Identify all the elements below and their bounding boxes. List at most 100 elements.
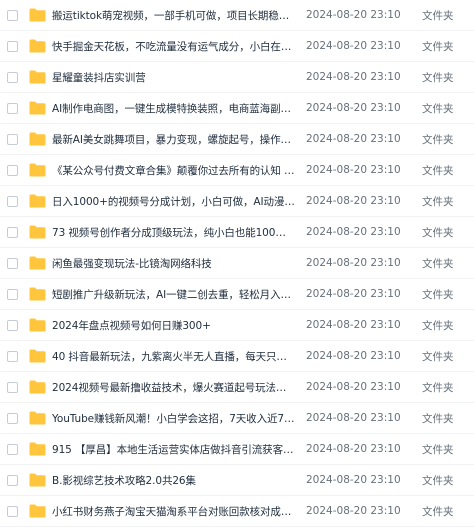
file-row[interactable]: 40 抖音最新玩法，九紫离火半无人直播，每天只需2小时… 2024-08-20 2…	[0, 341, 474, 372]
file-name[interactable]: AI制作电商图，一键生成模特换装照，电商蓝海副业供不…	[52, 101, 295, 116]
file-name[interactable]: 2024年盘点视频号如何日赚300+	[52, 318, 295, 333]
modified-date: 2024-08-20 23:10	[306, 257, 401, 269]
modified-date: 2024-08-20 23:10	[306, 195, 401, 207]
file-row[interactable]: 闲鱼最强变现玩法-比镜淘网络科技 2024-08-20 23:10 文件夹	[0, 248, 474, 279]
file-name[interactable]: YouTube赚钱新风潮！小白学会这招，7天收入近7百美…	[52, 411, 295, 426]
row-checkbox[interactable]	[7, 71, 18, 83]
file-name[interactable]: 闲鱼最强变现玩法-比镜淘网络科技	[52, 256, 295, 271]
file-row[interactable]: 搬运tiktok萌宠视频，一部手机可做，项目长期稳定,月入… 2024-08-20…	[0, 0, 474, 31]
row-checkbox[interactable]	[7, 164, 18, 176]
modified-date: 2024-08-20 23:10	[306, 133, 401, 145]
folder-icon	[29, 473, 46, 487]
folder-icon	[29, 163, 46, 177]
file-name[interactable]: 搬运tiktok萌宠视频，一部手机可做，项目长期稳定,月入…	[52, 8, 295, 23]
file-row[interactable]: 《某公众号付费文章合集》颠覆你过去所有的认知 从认识… 2024-08-20 23…	[0, 155, 474, 186]
modified-date: 2024-08-20 23:10	[306, 226, 401, 238]
row-checkbox[interactable]	[7, 443, 18, 455]
folder-icon	[29, 101, 46, 115]
modified-date: 2024-08-20 23:10	[306, 288, 401, 300]
file-name[interactable]: 小红书财务燕子淘宝天猫淘系平台对账回款核对成本核算…	[52, 504, 295, 519]
file-name[interactable]: 40 抖音最新玩法，九紫离火半无人直播，每天只需2小时…	[52, 349, 295, 364]
file-name[interactable]: 《某公众号付费文章合集》颠覆你过去所有的认知 从认识…	[52, 163, 295, 178]
file-type: 文件夹	[422, 443, 454, 456]
folder-icon	[29, 349, 46, 363]
folder-icon	[29, 132, 46, 146]
file-name[interactable]: B.影视综艺技术攻略2.0共26集	[52, 473, 295, 488]
file-name[interactable]: 短剧推广升级新玩法，AI一键二创去重，轻松月入2w+	[52, 287, 295, 302]
modified-date: 2024-08-20 23:10	[306, 505, 401, 517]
modified-date: 2024-08-20 23:10	[306, 474, 401, 486]
folder-icon	[29, 318, 46, 332]
file-type: 文件夹	[422, 505, 454, 518]
row-checkbox[interactable]	[7, 288, 18, 300]
file-type: 文件夹	[422, 164, 454, 177]
file-row[interactable]: 915 【厚昌】本地生活运营实体店做抖音引流获客活动策… 2024-08-20 2…	[0, 434, 474, 465]
file-type: 文件夹	[422, 9, 454, 22]
row-checkbox[interactable]	[7, 257, 18, 269]
file-name[interactable]: 快手掘金天花板，不吃流量没有运气成分，小白在家月入…	[52, 39, 295, 54]
row-checkbox[interactable]	[7, 381, 18, 393]
file-row[interactable]: 日入1000+的视频号分成计划，小白可做，AI动漫100%… 2024-08-20…	[0, 186, 474, 217]
file-name[interactable]: 915 【厚昌】本地生活运营实体店做抖音引流获客活动策…	[52, 442, 295, 457]
modified-date: 2024-08-20 23:10	[306, 9, 401, 21]
file-type: 文件夹	[422, 102, 454, 115]
file-type: 文件夹	[422, 474, 454, 487]
file-name[interactable]: 星耀童装抖店实训营	[52, 70, 295, 85]
row-checkbox[interactable]	[7, 474, 18, 486]
row-checkbox[interactable]	[7, 102, 18, 114]
row-checkbox[interactable]	[7, 9, 18, 21]
modified-date: 2024-08-20 23:10	[306, 350, 401, 362]
folder-icon	[29, 256, 46, 270]
row-checkbox[interactable]	[7, 226, 18, 238]
modified-date: 2024-08-20 23:10	[306, 71, 401, 83]
file-name[interactable]: 2024视频号最新撸收益技术，爆火赛道起号玩法，收益稳…	[52, 380, 295, 395]
row-checkbox[interactable]	[7, 195, 18, 207]
folder-icon	[29, 8, 46, 22]
file-row[interactable]: YouTube赚钱新风潮！小白学会这招，7天收入近7百美… 2024-08-20 …	[0, 403, 474, 434]
folder-icon	[29, 194, 46, 208]
file-type: 文件夹	[422, 133, 454, 146]
file-type: 文件夹	[422, 40, 454, 53]
file-type: 文件夹	[422, 226, 454, 239]
folder-icon	[29, 504, 46, 518]
folder-icon	[29, 411, 46, 425]
file-row[interactable]: 2024年盘点视频号如何日赚300+ 2024-08-20 23:10 文件夹	[0, 310, 474, 341]
modified-date: 2024-08-20 23:10	[306, 102, 401, 114]
file-type: 文件夹	[422, 350, 454, 363]
file-row[interactable]: 短剧推广升级新玩法，AI一键二创去重，轻松月入2w+ 2024-08-20 23:…	[0, 279, 474, 310]
file-name[interactable]: 日入1000+的视频号分成计划，小白可做，AI动漫100%…	[52, 194, 295, 209]
modified-date: 2024-08-20 23:10	[306, 164, 401, 176]
file-type: 文件夹	[422, 288, 454, 301]
file-row[interactable]: 2024视频号最新撸收益技术，爆火赛道起号玩法，收益稳… 2024-08-20 2…	[0, 372, 474, 403]
file-row[interactable]: 星耀童装抖店实训营 2024-08-20 23:10 文件夹	[0, 62, 474, 93]
file-row[interactable]: 最新AI美女跳舞项目，暴力变现，螺旋起号，操作简单，… 2024-08-20 23…	[0, 124, 474, 155]
modified-date: 2024-08-20 23:10	[306, 443, 401, 455]
file-name[interactable]: 73 视频号创作者分成顶级玩法，纯小白也能100%原创，…	[52, 225, 295, 240]
folder-icon	[29, 380, 46, 394]
modified-date: 2024-08-20 23:10	[306, 412, 401, 424]
row-checkbox[interactable]	[7, 40, 18, 52]
file-row[interactable]: 小红书财务燕子淘宝天猫淘系平台对账回款核对成本核算… 2024-08-20 23:…	[0, 496, 474, 527]
file-list: 搬运tiktok萌宠视频，一部手机可做，项目长期稳定,月入… 2024-08-20…	[0, 0, 474, 527]
modified-date: 2024-08-20 23:10	[306, 40, 401, 52]
file-type: 文件夹	[422, 319, 454, 332]
modified-date: 2024-08-20 23:10	[306, 319, 401, 331]
row-checkbox[interactable]	[7, 505, 18, 517]
row-checkbox[interactable]	[7, 412, 18, 424]
file-type: 文件夹	[422, 257, 454, 270]
file-row[interactable]: 快手掘金天花板，不吃流量没有运气成分，小白在家月入… 2024-08-20 23:…	[0, 31, 474, 62]
folder-icon	[29, 70, 46, 84]
file-row[interactable]: AI制作电商图，一键生成模特换装照，电商蓝海副业供不… 2024-08-20 23…	[0, 93, 474, 124]
folder-icon	[29, 442, 46, 456]
row-checkbox[interactable]	[7, 133, 18, 145]
file-name[interactable]: 最新AI美女跳舞项目，暴力变现，螺旋起号，操作简单，…	[52, 132, 295, 147]
folder-icon	[29, 225, 46, 239]
file-type: 文件夹	[422, 412, 454, 425]
file-row[interactable]: 73 视频号创作者分成顶级玩法，纯小白也能100%原创，… 2024-08-20 …	[0, 217, 474, 248]
row-checkbox[interactable]	[7, 319, 18, 331]
file-type: 文件夹	[422, 195, 454, 208]
file-type: 文件夹	[422, 71, 454, 84]
file-row[interactable]: B.影视综艺技术攻略2.0共26集 2024-08-20 23:10 文件夹	[0, 465, 474, 496]
file-type: 文件夹	[422, 381, 454, 394]
row-checkbox[interactable]	[7, 350, 18, 362]
